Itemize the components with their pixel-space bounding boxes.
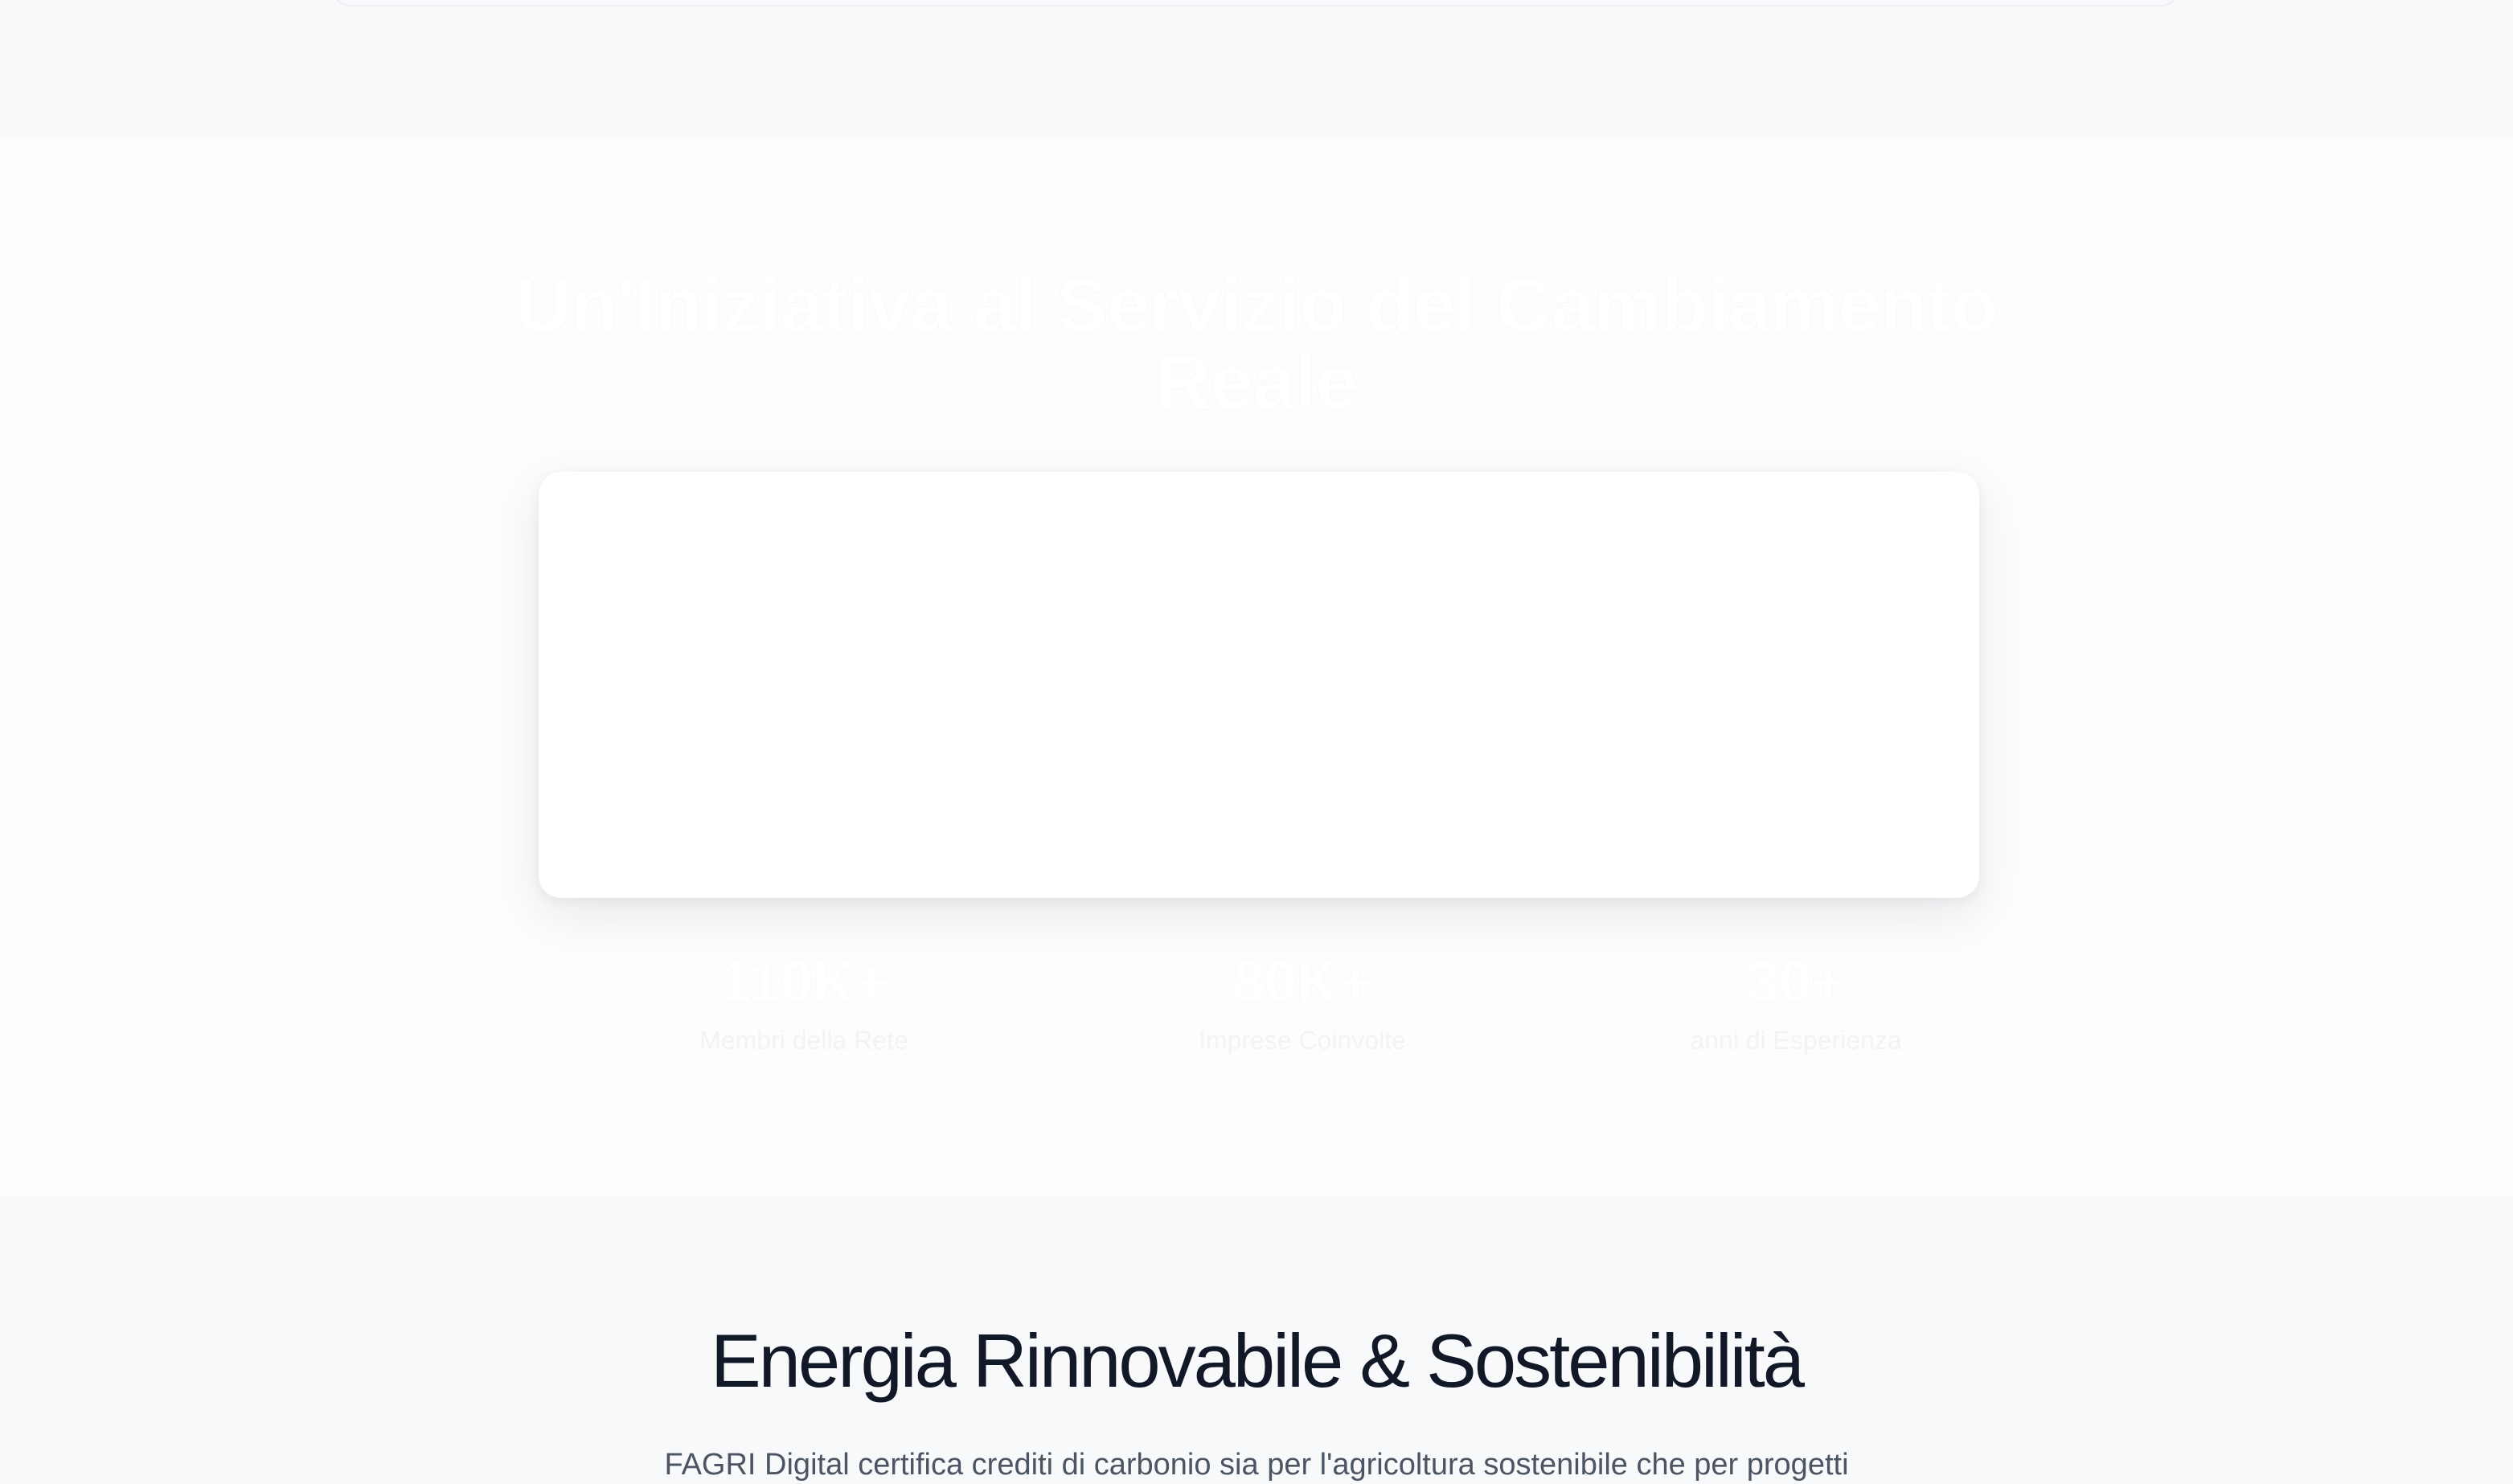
stat-label: Imprese Coinvolte xyxy=(1199,1026,1406,1055)
stat-label: Membri della Rete xyxy=(699,1026,908,1055)
stat-companies: 80K+ Imprese Coinvolte xyxy=(1061,950,1543,1056)
renewable-section: Energia Rinnovabile & Sostenibilità FAGR… xyxy=(0,1196,2513,1482)
renewable-title: Energia Rinnovabile & Sostenibilità xyxy=(710,1318,1805,1403)
stat-value: 30+ xyxy=(1746,950,1846,1015)
video-card[interactable] xyxy=(539,472,1979,898)
initiative-section: Un'Iniziativa al Servizio del Cambiament… xyxy=(0,138,2513,1196)
initiative-title-line-2: Reale xyxy=(1155,339,1358,425)
initiative-title: Un'Iniziativa al Servizio del Cambiament… xyxy=(482,267,2031,421)
initiative-title-line-1: Un'Iniziativa al Servizio del Cambiament… xyxy=(515,262,1999,348)
top-strip xyxy=(0,0,2513,138)
stat-label: anni di Esperienza xyxy=(1690,1026,1902,1055)
previous-section-card xyxy=(331,0,2180,6)
stat-value: 80K+ xyxy=(1232,950,1373,1015)
renewable-description: FAGRI Digital certifica crediti di carbo… xyxy=(664,1448,1849,1482)
stats-row: 110K+ Membri della Rete 80K+ Imprese Coi… xyxy=(563,950,2042,1063)
stat-members: 110K+ Membri della Rete xyxy=(563,950,1045,1056)
stat-value: 110K+ xyxy=(719,950,889,1015)
stat-experience: 30+ anni di Esperienza xyxy=(1555,950,2037,1056)
